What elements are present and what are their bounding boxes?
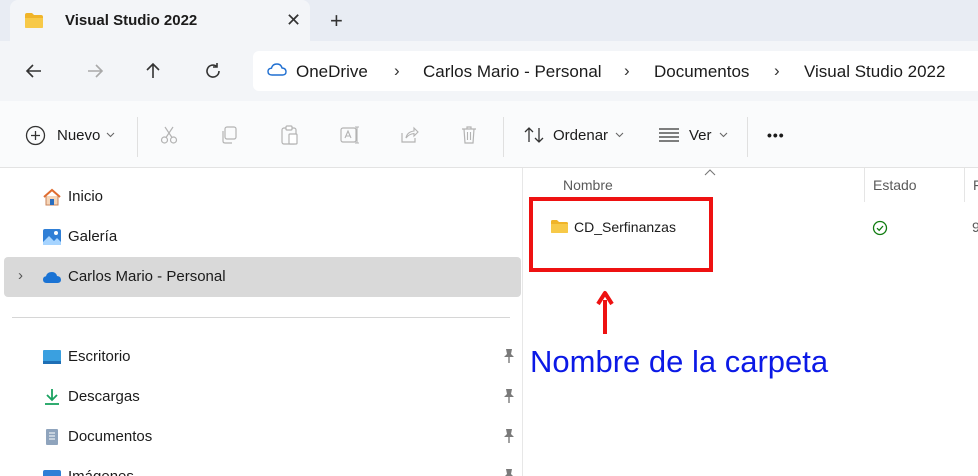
toolbar-divider	[747, 117, 748, 157]
tab-title: Visual Studio 2022	[65, 12, 198, 29]
more-icon: •••	[767, 127, 785, 143]
sidebar-divider	[12, 317, 510, 318]
pin-icon[interactable]	[502, 388, 516, 404]
tab-strip: Visual Studio 2022 ✕ +	[0, 0, 978, 41]
paste-button[interactable]	[279, 121, 299, 149]
pin-icon[interactable]	[502, 428, 516, 444]
sidebar-item-descargas[interactable]: Descargas	[4, 377, 521, 417]
home-icon	[43, 188, 61, 206]
forward-arrow-icon	[88, 64, 104, 78]
view-button[interactable]: Ver	[658, 121, 728, 149]
command-bar: Nuevo Ordenar Ver •••	[0, 101, 978, 168]
breadcrumb-onedrive[interactable]: OneDrive	[296, 62, 368, 82]
onedrive-cloud-icon	[267, 63, 287, 76]
copy-button[interactable]	[219, 121, 239, 149]
more-options-button[interactable]: •••	[767, 121, 785, 149]
up-arrow-icon	[146, 62, 160, 78]
sort-label: Ordenar	[553, 126, 609, 144]
breadcrumb-documentos[interactable]: Documentos	[654, 62, 749, 82]
annotation-arrow-up-icon	[596, 291, 614, 334]
column-header-next[interactable]: F	[973, 177, 978, 193]
clipboard-icon	[281, 125, 298, 145]
chevron-down-icon	[615, 132, 624, 138]
new-button[interactable]: Nuevo	[25, 121, 115, 149]
sidebar-item-escritorio[interactable]: Escritorio	[4, 337, 521, 377]
file-modified-value: 9	[972, 219, 978, 235]
sidebar-item-documentos[interactable]: Documentos	[4, 417, 521, 457]
sidebar-item-carlos-mario-personal[interactable]: › Carlos Mario - Personal	[4, 257, 521, 297]
breadcrumb-carlos-mario-personal[interactable]: Carlos Mario - Personal	[423, 62, 602, 82]
onedrive-cloud-icon	[43, 272, 61, 283]
up-button[interactable]	[140, 58, 166, 84]
share-button[interactable]	[399, 121, 419, 149]
sidebar-item-galeria[interactable]: Galería	[4, 217, 521, 257]
share-icon	[401, 126, 419, 143]
sort-button[interactable]: Ordenar	[523, 121, 624, 149]
chevron-right-icon[interactable]: ›	[774, 61, 780, 81]
pictures-icon	[43, 470, 61, 476]
view-label: Ver	[689, 126, 712, 144]
chevron-right-icon[interactable]: ›	[394, 61, 400, 81]
navigation-bar: OneDrive › Carlos Mario - Personal › Doc…	[0, 41, 978, 101]
chevron-right-icon[interactable]: ›	[624, 61, 630, 81]
tab-visual-studio-2022[interactable]: Visual Studio 2022 ✕	[10, 0, 310, 41]
sidebar-item-label: Carlos Mario - Personal	[68, 268, 226, 285]
chevron-down-icon	[719, 132, 727, 138]
cut-button[interactable]	[159, 121, 179, 149]
delete-button[interactable]	[459, 121, 479, 149]
toolbar-divider	[137, 117, 138, 157]
sidebar-item-label: Galería	[68, 228, 118, 245]
sidebar-item-imagenes[interactable]: Imágenes	[4, 457, 521, 476]
navigation-pane: Inicio Galería › Carlos Mario - Personal…	[0, 168, 523, 476]
document-icon	[46, 429, 58, 445]
breadcrumb-visual-studio-2022[interactable]: Visual Studio 2022	[804, 62, 945, 82]
desktop-icon	[43, 350, 61, 364]
sidebar-item-label: Inicio	[68, 188, 104, 205]
chevron-down-icon	[106, 132, 115, 138]
trash-icon	[462, 126, 476, 144]
address-bar[interactable]: OneDrive › Carlos Mario - Personal › Doc…	[253, 51, 978, 91]
column-header-name[interactable]: Nombre	[563, 177, 613, 193]
rename-button[interactable]	[339, 121, 361, 149]
gallery-icon	[43, 229, 61, 245]
column-divider[interactable]	[964, 168, 965, 202]
new-tab-button[interactable]: +	[330, 8, 343, 34]
copy-icon	[222, 126, 237, 144]
refresh-icon	[206, 63, 220, 78]
expand-chevron-icon[interactable]: ›	[18, 267, 23, 284]
sidebar-item-label: Escritorio	[68, 348, 131, 365]
refresh-button[interactable]	[200, 58, 226, 84]
folder-icon	[25, 13, 43, 28]
sync-ok-icon	[872, 220, 888, 236]
pin-icon[interactable]	[502, 348, 516, 364]
sidebar-item-label: Imágenes	[68, 468, 134, 476]
sidebar-item-inicio[interactable]: Inicio	[4, 177, 521, 217]
rename-icon	[340, 126, 359, 144]
back-arrow-icon	[25, 64, 41, 78]
annotation-highlight-box	[529, 197, 713, 272]
add-circle-icon	[25, 125, 46, 145]
annotation-label: Nombre de la carpeta	[530, 344, 829, 379]
toolbar-divider	[503, 117, 504, 157]
forward-button[interactable]	[82, 58, 108, 84]
pin-icon[interactable]	[502, 468, 516, 476]
sort-ascending-icon	[704, 169, 716, 176]
sidebar-item-label: Documentos	[68, 428, 153, 445]
close-tab-icon[interactable]: ✕	[286, 10, 301, 31]
new-label: Nuevo	[57, 126, 101, 144]
column-divider[interactable]	[864, 168, 865, 202]
download-icon	[45, 389, 59, 405]
column-header-status[interactable]: Estado	[873, 177, 917, 193]
sort-icon	[524, 127, 544, 143]
back-button[interactable]	[21, 58, 47, 84]
sidebar-item-label: Descargas	[68, 388, 140, 405]
scissors-icon	[160, 126, 178, 144]
view-list-icon	[659, 128, 679, 142]
